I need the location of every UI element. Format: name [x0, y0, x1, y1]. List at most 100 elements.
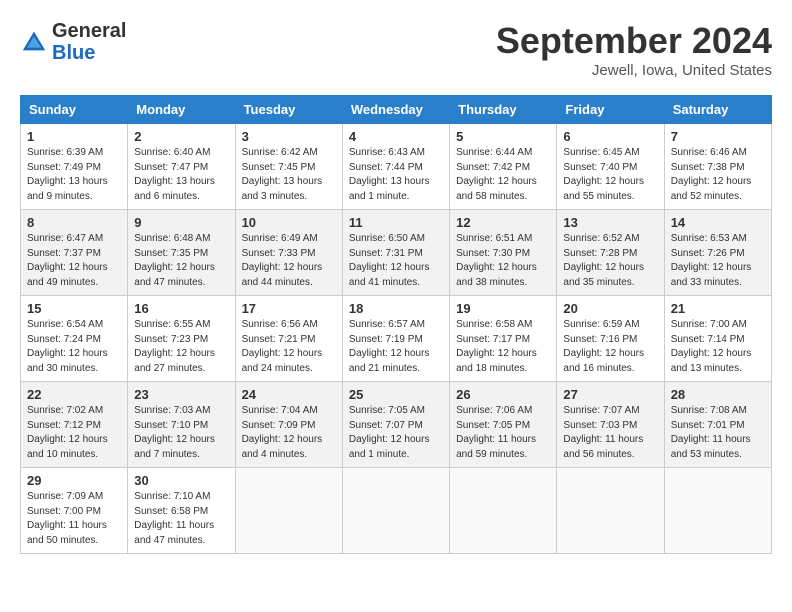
day-number: 11: [349, 215, 443, 230]
sunrise-label: Sunrise: 6:59 AM: [563, 319, 639, 330]
calendar-cell: 21 Sunrise: 7:00 AM Sunset: 7:14 PM Dayl…: [664, 296, 771, 382]
sunset-label: Sunset: 7:00 PM: [27, 506, 101, 517]
sunset-label: Sunset: 7:03 PM: [563, 420, 637, 431]
calendar-cell: 26 Sunrise: 7:06 AM Sunset: 7:05 PM Dayl…: [450, 382, 557, 468]
sunset-label: Sunset: 7:30 PM: [456, 248, 530, 259]
calendar-week-row: 29 Sunrise: 7:09 AM Sunset: 7:00 PM Dayl…: [21, 468, 772, 554]
sunrise-label: Sunrise: 6:50 AM: [349, 233, 425, 244]
sunrise-label: Sunrise: 7:04 AM: [242, 405, 318, 416]
sunset-label: Sunset: 7:21 PM: [242, 334, 316, 345]
day-number: 12: [456, 215, 550, 230]
day-info: Sunrise: 7:08 AM Sunset: 7:01 PM Dayligh…: [671, 404, 765, 462]
day-info: Sunrise: 6:42 AM Sunset: 7:45 PM Dayligh…: [242, 146, 336, 204]
daylight-label: Daylight: 12 hours and 24 minutes.: [242, 348, 323, 374]
sunrise-label: Sunrise: 6:45 AM: [563, 147, 639, 158]
day-number: 24: [242, 387, 336, 402]
day-info: Sunrise: 6:54 AM Sunset: 7:24 PM Dayligh…: [27, 318, 121, 376]
page-header: General Blue September 2024 Jewell, Iowa…: [20, 20, 772, 79]
day-number: 25: [349, 387, 443, 402]
col-header-monday: Monday: [128, 96, 235, 124]
calendar-cell: 27 Sunrise: 7:07 AM Sunset: 7:03 PM Dayl…: [557, 382, 664, 468]
day-info: Sunrise: 7:10 AM Sunset: 6:58 PM Dayligh…: [134, 490, 228, 548]
daylight-label: Daylight: 12 hours and 1 minute.: [349, 434, 430, 460]
day-number: 17: [242, 301, 336, 316]
sunrise-label: Sunrise: 6:53 AM: [671, 233, 747, 244]
sunrise-label: Sunrise: 7:03 AM: [134, 405, 210, 416]
day-info: Sunrise: 6:58 AM Sunset: 7:17 PM Dayligh…: [456, 318, 550, 376]
day-info: Sunrise: 6:57 AM Sunset: 7:19 PM Dayligh…: [349, 318, 443, 376]
calendar-cell: 23 Sunrise: 7:03 AM Sunset: 7:10 PM Dayl…: [128, 382, 235, 468]
daylight-label: Daylight: 11 hours and 53 minutes.: [671, 434, 751, 460]
day-number: 2: [134, 129, 228, 144]
calendar-week-row: 15 Sunrise: 6:54 AM Sunset: 7:24 PM Dayl…: [21, 296, 772, 382]
day-number: 19: [456, 301, 550, 316]
day-number: 4: [349, 129, 443, 144]
day-number: 21: [671, 301, 765, 316]
sunrise-label: Sunrise: 6:42 AM: [242, 147, 318, 158]
sunset-label: Sunset: 7:23 PM: [134, 334, 208, 345]
calendar-cell: [342, 468, 449, 554]
day-info: Sunrise: 6:44 AM Sunset: 7:42 PM Dayligh…: [456, 146, 550, 204]
sunrise-label: Sunrise: 6:40 AM: [134, 147, 210, 158]
day-info: Sunrise: 7:04 AM Sunset: 7:09 PM Dayligh…: [242, 404, 336, 462]
calendar-cell: [235, 468, 342, 554]
calendar-cell: 6 Sunrise: 6:45 AM Sunset: 7:40 PM Dayli…: [557, 124, 664, 210]
day-info: Sunrise: 6:43 AM Sunset: 7:44 PM Dayligh…: [349, 146, 443, 204]
sunset-label: Sunset: 7:42 PM: [456, 162, 530, 173]
sunrise-label: Sunrise: 6:55 AM: [134, 319, 210, 330]
calendar-table: SundayMondayTuesdayWednesdayThursdayFrid…: [20, 95, 772, 554]
sunset-label: Sunset: 7:05 PM: [456, 420, 530, 431]
daylight-label: Daylight: 11 hours and 47 minutes.: [134, 520, 214, 546]
calendar-cell: 24 Sunrise: 7:04 AM Sunset: 7:09 PM Dayl…: [235, 382, 342, 468]
daylight-label: Daylight: 12 hours and 16 minutes.: [563, 348, 644, 374]
sunset-label: Sunset: 7:28 PM: [563, 248, 637, 259]
daylight-label: Daylight: 12 hours and 7 minutes.: [134, 434, 215, 460]
calendar-cell: [557, 468, 664, 554]
sunrise-label: Sunrise: 7:00 AM: [671, 319, 747, 330]
day-info: Sunrise: 6:40 AM Sunset: 7:47 PM Dayligh…: [134, 146, 228, 204]
day-number: 18: [349, 301, 443, 316]
logo: General Blue: [20, 20, 126, 64]
calendar-cell: 4 Sunrise: 6:43 AM Sunset: 7:44 PM Dayli…: [342, 124, 449, 210]
day-info: Sunrise: 6:59 AM Sunset: 7:16 PM Dayligh…: [563, 318, 657, 376]
day-info: Sunrise: 7:00 AM Sunset: 7:14 PM Dayligh…: [671, 318, 765, 376]
calendar-week-row: 22 Sunrise: 7:02 AM Sunset: 7:12 PM Dayl…: [21, 382, 772, 468]
daylight-label: Daylight: 12 hours and 13 minutes.: [671, 348, 752, 374]
month-year-title: September 2024: [496, 20, 772, 62]
sunrise-label: Sunrise: 6:44 AM: [456, 147, 532, 158]
sunrise-label: Sunrise: 7:06 AM: [456, 405, 532, 416]
sunrise-label: Sunrise: 6:43 AM: [349, 147, 425, 158]
sunset-label: Sunset: 6:58 PM: [134, 506, 208, 517]
sunrise-label: Sunrise: 7:09 AM: [27, 491, 103, 502]
sunrise-label: Sunrise: 6:56 AM: [242, 319, 318, 330]
sunrise-label: Sunrise: 7:05 AM: [349, 405, 425, 416]
calendar-cell: 1 Sunrise: 6:39 AM Sunset: 7:49 PM Dayli…: [21, 124, 128, 210]
sunset-label: Sunset: 7:10 PM: [134, 420, 208, 431]
day-info: Sunrise: 6:50 AM Sunset: 7:31 PM Dayligh…: [349, 232, 443, 290]
day-number: 1: [27, 129, 121, 144]
day-number: 14: [671, 215, 765, 230]
day-number: 5: [456, 129, 550, 144]
day-info: Sunrise: 7:03 AM Sunset: 7:10 PM Dayligh…: [134, 404, 228, 462]
sunrise-label: Sunrise: 6:39 AM: [27, 147, 103, 158]
daylight-label: Daylight: 12 hours and 47 minutes.: [134, 262, 215, 288]
day-number: 23: [134, 387, 228, 402]
day-number: 30: [134, 473, 228, 488]
day-info: Sunrise: 6:47 AM Sunset: 7:37 PM Dayligh…: [27, 232, 121, 290]
sunset-label: Sunset: 7:17 PM: [456, 334, 530, 345]
daylight-label: Daylight: 12 hours and 21 minutes.: [349, 348, 430, 374]
sunset-label: Sunset: 7:38 PM: [671, 162, 745, 173]
sunrise-label: Sunrise: 6:58 AM: [456, 319, 532, 330]
calendar-cell: 2 Sunrise: 6:40 AM Sunset: 7:47 PM Dayli…: [128, 124, 235, 210]
sunset-label: Sunset: 7:24 PM: [27, 334, 101, 345]
daylight-label: Daylight: 12 hours and 55 minutes.: [563, 176, 644, 202]
calendar-cell: 16 Sunrise: 6:55 AM Sunset: 7:23 PM Dayl…: [128, 296, 235, 382]
sunset-label: Sunset: 7:07 PM: [349, 420, 423, 431]
sunset-label: Sunset: 7:44 PM: [349, 162, 423, 173]
day-info: Sunrise: 7:07 AM Sunset: 7:03 PM Dayligh…: [563, 404, 657, 462]
daylight-label: Daylight: 13 hours and 6 minutes.: [134, 176, 215, 202]
daylight-label: Daylight: 12 hours and 44 minutes.: [242, 262, 323, 288]
calendar-cell: 20 Sunrise: 6:59 AM Sunset: 7:16 PM Dayl…: [557, 296, 664, 382]
day-info: Sunrise: 7:06 AM Sunset: 7:05 PM Dayligh…: [456, 404, 550, 462]
sunrise-label: Sunrise: 6:48 AM: [134, 233, 210, 244]
